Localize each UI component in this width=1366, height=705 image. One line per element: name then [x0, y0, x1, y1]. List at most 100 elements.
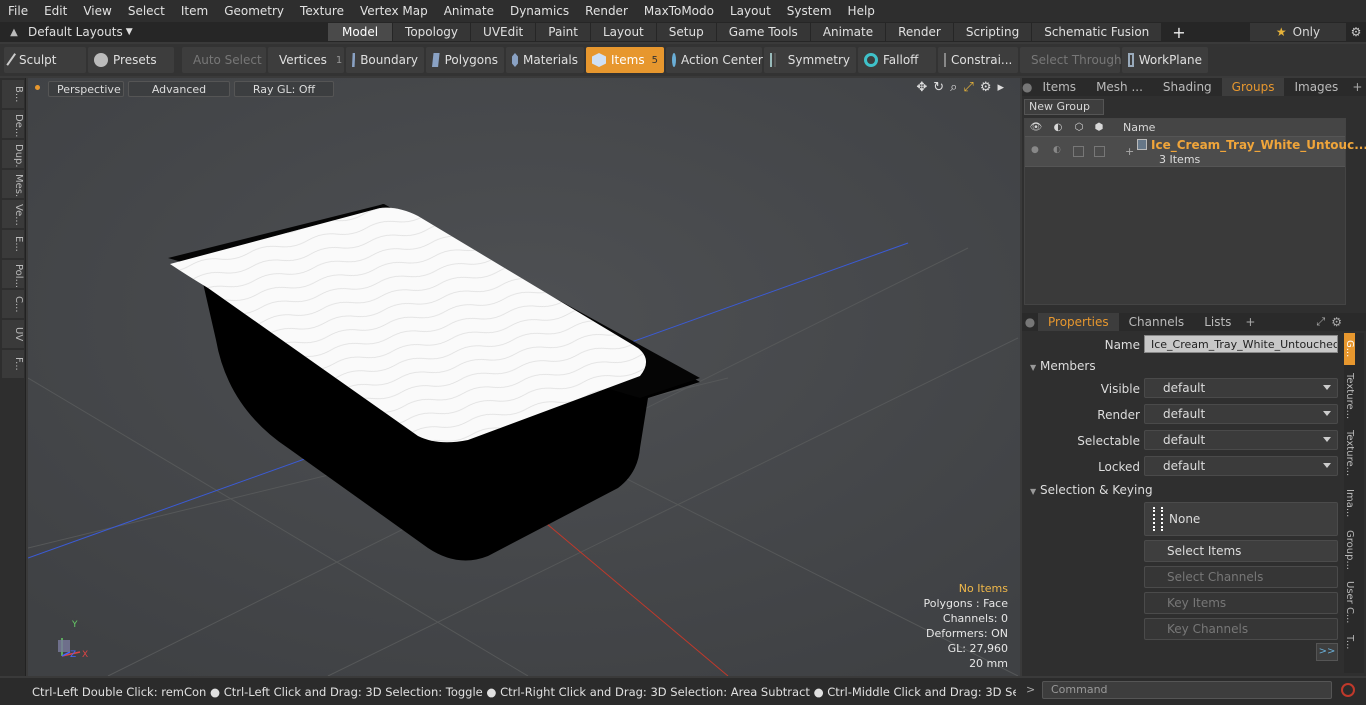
add-properties-tab-icon[interactable]: + — [1245, 315, 1255, 329]
default-layouts-dropdown[interactable]: Default Layouts ▼ — [28, 22, 328, 42]
menu-help[interactable]: Help — [840, 0, 883, 22]
menu-render[interactable]: Render — [577, 0, 636, 22]
menu-maxtomodo[interactable]: MaxToModo — [636, 0, 722, 22]
menu-animate[interactable]: Animate — [436, 0, 502, 22]
key-items-button[interactable]: Key Items — [1144, 592, 1338, 614]
layout-collapse-icon[interactable]: ▲ — [0, 27, 28, 38]
gear-icon[interactable]: ⚙ — [1346, 25, 1366, 39]
strip-tab-2[interactable]: De... — [2, 110, 24, 138]
expand-properties-icon[interactable]: ⤢ — [1316, 315, 1325, 329]
render-select[interactable]: default — [1144, 404, 1338, 424]
items-button[interactable]: Items 5 — [586, 47, 664, 73]
side-tab-g[interactable]: G... — [1344, 333, 1355, 365]
strip-tab-4[interactable]: Mes... — [2, 170, 24, 198]
group-row[interactable]: ● ◐ + Ice_Cream_Tray_White_Untouc... 3 I… — [1025, 137, 1366, 167]
menu-vertex-map[interactable]: Vertex Map — [352, 0, 436, 22]
menu-system[interactable]: System — [779, 0, 840, 22]
falloff-button[interactable]: Falloff — [858, 47, 936, 73]
side-tab-image[interactable]: Ima... — [1344, 483, 1355, 523]
group-lock-checkbox[interactable] — [1073, 146, 1084, 157]
menu-item[interactable]: Item — [173, 0, 216, 22]
tab-layout[interactable]: Layout — [590, 23, 656, 41]
tab-groups[interactable]: Groups — [1221, 78, 1285, 96]
lock-icon[interactable]: ⬡ — [1069, 122, 1089, 133]
advanced-dropdown[interactable]: Advanced — [128, 81, 230, 97]
auto-select-button[interactable]: Auto Select — [182, 47, 266, 73]
key-channels-button[interactable]: Key Channels — [1144, 618, 1338, 640]
group-eye-icon[interactable]: ● — [1031, 145, 1039, 155]
tab-topology[interactable]: Topology — [393, 23, 471, 41]
tab-shading[interactable]: Shading — [1153, 78, 1222, 96]
polygons-button[interactable]: Polygons — [426, 47, 504, 73]
boundary-button[interactable]: Boundary — [346, 47, 424, 73]
side-tab-t[interactable]: T... — [1344, 627, 1355, 657]
menu-view[interactable]: View — [75, 0, 119, 22]
action-center-button[interactable]: Action Center — [666, 47, 763, 73]
tab-game-tools[interactable]: Game Tools — [716, 23, 810, 41]
menu-file[interactable]: File — [0, 0, 36, 22]
select-channels-button[interactable]: Select Channels — [1144, 566, 1338, 588]
properties-gear-icon[interactable]: ⚙ — [1331, 315, 1342, 329]
only-button[interactable]: ★ Only — [1250, 23, 1346, 41]
play-arrow-icon[interactable]: ▸ — [997, 80, 1004, 95]
strip-tab-7[interactable]: Pol... — [2, 260, 24, 288]
command-input[interactable]: Command — [1042, 681, 1332, 699]
menu-edit[interactable]: Edit — [36, 0, 75, 22]
rotate-view-icon[interactable]: ↻ — [933, 80, 944, 95]
add-tab-icon[interactable]: + — [1162, 23, 1195, 42]
none-button[interactable]: None — [1144, 502, 1338, 536]
strip-tab-8[interactable]: C... — [2, 290, 24, 318]
tab-scripting[interactable]: Scripting — [953, 23, 1032, 41]
menu-dynamics[interactable]: Dynamics — [502, 0, 577, 22]
more-button[interactable]: >> — [1316, 643, 1338, 661]
name-field[interactable]: Ice_Cream_Tray_White_Untouched_S — [1144, 335, 1338, 353]
sculpt-button[interactable]: Sculpt — [4, 47, 86, 73]
tab-uvedit[interactable]: UVEdit — [471, 23, 536, 41]
tab-lists[interactable]: Lists — [1194, 313, 1241, 331]
tab-paint[interactable]: Paint — [536, 23, 590, 41]
tab-images[interactable]: Images — [1284, 78, 1348, 96]
tab-animate[interactable]: Animate — [810, 23, 886, 41]
tab-setup[interactable]: Setup — [656, 23, 716, 41]
menu-layout[interactable]: Layout — [722, 0, 779, 22]
tab-channels[interactable]: Channels — [1119, 313, 1195, 331]
perspective-dropdown[interactable]: Perspective — [48, 81, 124, 97]
select-icon[interactable]: ⬢ — [1089, 122, 1109, 133]
menu-geometry[interactable]: Geometry — [216, 0, 292, 22]
side-tab-user-c[interactable]: User C... — [1344, 577, 1355, 627]
menu-select[interactable]: Select — [120, 0, 173, 22]
strip-tab-9[interactable]: UV — [2, 320, 24, 348]
side-tab-texture-1[interactable]: Texture... — [1344, 369, 1355, 423]
constraints-button[interactable]: Constrai... — [938, 47, 1018, 73]
strip-tab-1[interactable]: B... — [2, 80, 24, 108]
locked-select[interactable]: default — [1144, 456, 1338, 476]
tab-model[interactable]: Model — [328, 23, 393, 41]
tab-schematic-fusion[interactable]: Schematic Fusion — [1032, 23, 1162, 41]
group-select-checkbox[interactable] — [1094, 146, 1105, 157]
menu-texture[interactable]: Texture — [292, 0, 352, 22]
tab-render[interactable]: Render — [886, 23, 953, 41]
render-icon[interactable]: ◐ — [1047, 122, 1069, 133]
selectable-select[interactable]: default — [1144, 430, 1338, 450]
raygl-dropdown[interactable]: Ray GL: Off — [234, 81, 334, 97]
workplane-button[interactable]: WorkPlane — [1122, 47, 1208, 73]
viewport-gear-icon[interactable]: ⚙ — [980, 80, 992, 95]
zoom-view-icon[interactable]: ⌕ — [950, 80, 957, 95]
move-view-icon[interactable]: ✥ — [916, 80, 927, 95]
symmetry-button[interactable]: Symmetry — [764, 47, 856, 73]
visible-select[interactable]: default — [1144, 378, 1338, 398]
strip-tab-5[interactable]: Ve... — [2, 200, 24, 228]
select-items-button[interactable]: Select Items — [1144, 540, 1338, 562]
select-through-button[interactable]: Select Through — [1020, 47, 1122, 73]
record-icon[interactable] — [1341, 683, 1355, 697]
vertices-button[interactable]: Vertices 1 — [268, 47, 344, 73]
maximize-icon[interactable]: ⤢ — [963, 80, 973, 95]
strip-tab-3[interactable]: Dup... — [2, 140, 24, 168]
expand-plus-icon[interactable]: + — [1125, 145, 1134, 158]
strip-tab-6[interactable]: E... — [2, 230, 24, 258]
eye-icon[interactable]: 👁 — [1025, 122, 1047, 133]
side-tab-group[interactable]: Group... — [1344, 523, 1355, 577]
new-group-button[interactable]: New Group — [1024, 99, 1104, 115]
tab-properties[interactable]: Properties — [1038, 313, 1119, 331]
strip-tab-10[interactable]: F... — [2, 350, 24, 378]
